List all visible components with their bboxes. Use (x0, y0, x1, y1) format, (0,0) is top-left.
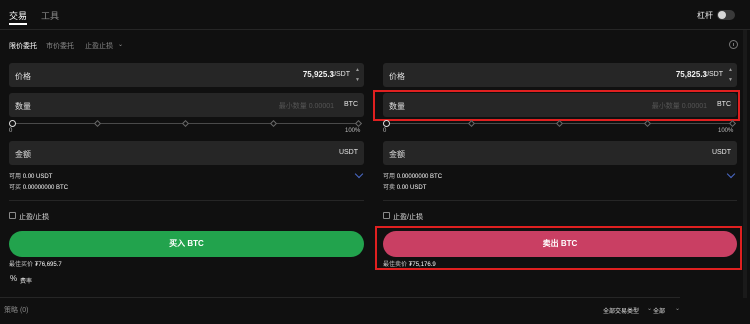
buy-btc-button[interactable]: 买入 BTC (9, 231, 364, 257)
buy-available-label: 可用 (9, 174, 22, 180)
sell-available-label: 可用 (383, 174, 396, 180)
leverage-label: 杠杆 (697, 11, 713, 20)
buy-tpsl-label: 止盈/止损 (19, 214, 49, 221)
buy-price-unit: USDT (330, 71, 350, 78)
sell-tpsl-checkbox[interactable] (383, 212, 390, 219)
buy-best-price-label: 最佳买价 (9, 262, 34, 268)
sell-price-stepper[interactable]: ▲ ▼ (726, 65, 735, 85)
percent-icon: % (10, 274, 18, 283)
all-filter[interactable]: 全部 (653, 306, 665, 315)
tab-tools[interactable]: 工具 (41, 9, 59, 22)
bottom-divider (0, 297, 680, 298)
buy-total-unit: USDT (338, 149, 358, 156)
transfer-icon[interactable] (726, 169, 736, 179)
sell-best-price-value: ₮75,176.9 (408, 262, 436, 268)
buy-best-price: 最佳买价 ₮76,695.7 (9, 259, 62, 268)
slider-mark-50[interactable] (181, 119, 190, 128)
stepper-down-icon[interactable]: ▼ (726, 75, 735, 85)
tab-limit-order[interactable]: 限价委托 (9, 41, 37, 51)
buy-tpsl-checkbox[interactable] (9, 212, 16, 219)
buy-slider-min: 0 (9, 128, 13, 134)
slider-mark-50[interactable] (555, 119, 564, 128)
slider-mark-75[interactable] (269, 119, 278, 128)
sell-total-unit: USDT (711, 149, 731, 156)
buy-can-buy-label: 可买 (9, 185, 22, 191)
buy-price-field[interactable]: 价格 75,925.3 USDT ▲ ▼ (9, 63, 364, 87)
chevron-down-icon[interactable]: ⌄ (118, 41, 123, 48)
slider-mark-75[interactable] (643, 119, 652, 128)
all-trade-types-filter[interactable]: 全部交易类型 (603, 306, 639, 315)
slider-mark-100[interactable] (728, 119, 737, 128)
sell-best-price-label: 最佳卖价 (383, 262, 408, 268)
buy-price-value: 75,925.3 (302, 70, 334, 79)
chevron-down-icon[interactable]: ⌄ (647, 305, 652, 312)
buy-slider-max: 100% (345, 128, 361, 134)
buy-available: 可用 0.00 USDT (9, 171, 52, 180)
sell-best-price: 最佳卖价 ₮75,176.9 (383, 259, 436, 268)
tab-trade-underline (9, 23, 27, 25)
buy-total-label: 金额 (15, 150, 31, 159)
tab-tpsl-order[interactable]: 止盈止损 (85, 41, 113, 51)
sell-slider-min: 0 (383, 128, 387, 134)
sell-available-value: 0.00000000 BTC (396, 174, 443, 180)
stepper-down-icon[interactable]: ▼ (353, 75, 362, 85)
stepper-up-icon[interactable]: ▲ (353, 65, 362, 75)
slider-mark-25[interactable] (467, 119, 476, 128)
buy-can-buy: 可买 0.00000000 BTC (9, 182, 68, 191)
sell-price-value: 75,825.3 (675, 70, 707, 79)
sell-divider (383, 200, 737, 201)
scrollbar[interactable] (743, 30, 747, 298)
sell-total-label: 金额 (389, 150, 405, 159)
buy-divider (9, 200, 364, 201)
sell-tpsl-label: 止盈/止损 (393, 214, 423, 221)
buy-amount-unit: BTC (344, 101, 358, 108)
slider-handle[interactable] (9, 120, 16, 127)
sell-slider-max: 100% (718, 128, 734, 134)
sell-price-label: 价格 (389, 72, 405, 81)
transfer-icon[interactable] (354, 169, 364, 179)
buy-available-value: 0.00 USDT (22, 174, 53, 180)
sell-available: 可用 0.00000000 BTC (383, 171, 442, 180)
buy-amount-field[interactable]: 数量 最小数量 0.00001 BTC (9, 93, 364, 117)
tab-market-order[interactable]: 市价委托 (46, 41, 74, 51)
sell-price-unit: USDT (703, 71, 723, 78)
buy-amount-slider[interactable] (9, 119, 363, 128)
info-icon[interactable] (729, 40, 738, 49)
buy-can-buy-value: 0.00000000 BTC (22, 185, 69, 191)
header-divider (0, 29, 750, 30)
strategy-orders-tab[interactable]: 策略 (0) (4, 305, 29, 315)
tab-trade[interactable]: 交易 (9, 9, 27, 22)
slider-mark-100[interactable] (354, 119, 363, 128)
sell-total-field[interactable]: 金额 USDT (383, 141, 737, 165)
sell-price-field[interactable]: 价格 75,825.3 USDT ▲ ▼ (383, 63, 737, 87)
sell-amount-slider[interactable] (383, 119, 737, 128)
sell-can-sell-value: 0.00 USDT (396, 185, 427, 191)
buy-amount-placeholder: 最小数量 0.00001 (278, 103, 334, 110)
slider-mark-25[interactable] (93, 119, 102, 128)
slider-handle[interactable] (383, 120, 390, 127)
buy-best-price-value: ₮76,695.7 (34, 262, 62, 268)
toggle-knob (718, 11, 726, 19)
stepper-up-icon[interactable]: ▲ (726, 65, 735, 75)
sell-amount-highlight (373, 90, 740, 121)
buy-price-stepper[interactable]: ▲ ▼ (353, 65, 362, 85)
sell-can-sell-label: 可卖 (383, 185, 396, 191)
buy-total-field[interactable]: 金额 USDT (9, 141, 364, 165)
buy-price-label: 价格 (15, 72, 31, 81)
fee-rate-link[interactable]: 费率 (20, 276, 32, 285)
chevron-down-icon[interactable]: ⌄ (675, 305, 680, 312)
sell-can-sell: 可卖 0.00 USDT (383, 182, 426, 191)
buy-amount-label: 数量 (15, 102, 31, 111)
leverage-toggle[interactable] (717, 10, 735, 20)
